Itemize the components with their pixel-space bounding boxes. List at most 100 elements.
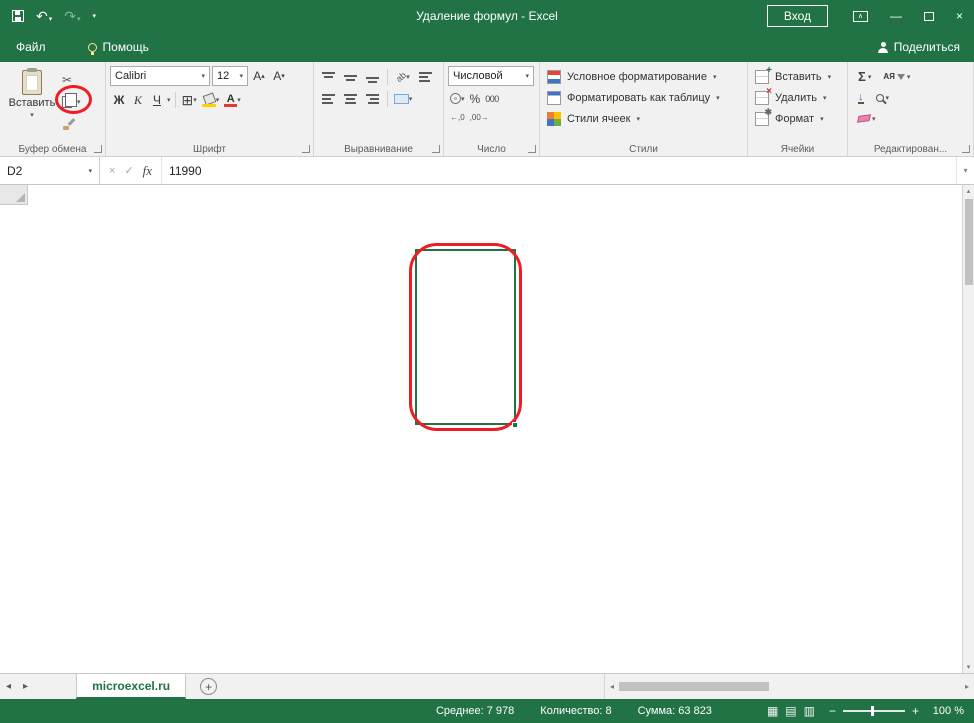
cut-button[interactable]: ✂ (60, 72, 83, 88)
wrap-text-button[interactable] (415, 67, 435, 87)
status-bar: Среднее: 7 978 Количество: 8 Сумма: 63 8… (0, 699, 974, 723)
cell-styles-label: Стили ячеек (567, 113, 630, 125)
insert-function-button[interactable]: fx (143, 163, 152, 179)
align-bottom-button[interactable] (362, 67, 382, 87)
undo-icon[interactable]: ↶▾ (36, 9, 52, 23)
formula-input[interactable]: 11990 (162, 157, 956, 184)
editing-dialog-launcher[interactable] (962, 145, 970, 153)
caret-down-icon: ▾ (525, 72, 529, 80)
sheet-tab[interactable]: microexcel.ru (76, 674, 186, 699)
align-top-button[interactable] (318, 67, 338, 87)
title-bar: ↶▾ ↷▾ ▾ Удаление формул - Excel Вход ∧ —… (0, 0, 974, 32)
view-shortcuts: ▦ ▤ ▥ (767, 704, 815, 718)
close-button[interactable]: × (945, 0, 974, 32)
share-button[interactable]: Поделиться (864, 32, 974, 62)
horizontal-scrollbar-thumb[interactable] (619, 682, 769, 691)
increase-decimal-button[interactable]: ←,0 (450, 113, 465, 122)
bold-button[interactable]: Ж (110, 90, 128, 110)
save-icon[interactable] (12, 10, 24, 22)
vertical-scrollbar-thumb[interactable] (965, 199, 973, 285)
format-as-table-button[interactable]: Форматировать как таблицу ▾ (544, 87, 743, 108)
select-all-button[interactable] (0, 185, 28, 205)
sheet-tab-label: microexcel.ru (92, 679, 170, 693)
copy-button[interactable]: ▾ (60, 94, 83, 110)
increase-font-button[interactable]: A▴ (250, 66, 268, 86)
conditional-formatting-button[interactable]: Условное форматирование ▾ (544, 66, 743, 87)
scroll-left-icon[interactable]: ◂ (605, 682, 619, 691)
horizontal-scrollbar[interactable]: ◂ ▸ (604, 674, 974, 699)
normal-view-icon[interactable]: ▦ (767, 704, 778, 718)
scroll-right-icon[interactable]: ▸ (960, 682, 974, 691)
sheet-nav-right-icon[interactable]: ▸ (17, 681, 34, 692)
copy-icon (62, 96, 72, 108)
decrease-decimal-button[interactable]: ,00→ (470, 113, 489, 122)
zoom-out-icon[interactable]: − (829, 704, 836, 718)
sheet-nav-left-icon[interactable]: ◂ (0, 681, 17, 692)
format-painter-button[interactable] (60, 116, 83, 132)
redo-icon[interactable]: ↷▾ (64, 9, 80, 23)
number-format-select[interactable]: Числовой▾ (448, 66, 534, 86)
maximize-button[interactable] (913, 0, 945, 32)
status-count[interactable]: Количество: 8 (540, 705, 611, 717)
number-dialog-launcher[interactable] (528, 145, 536, 153)
find-select-button[interactable]: ▾ (876, 94, 890, 102)
minimize-button[interactable]: — (879, 0, 913, 32)
clipboard-dialog-launcher[interactable] (94, 145, 102, 153)
font-dialog-launcher[interactable] (302, 145, 310, 153)
cell-styles-button[interactable]: Стили ячеек ▾ (544, 108, 743, 129)
new-sheet-button[interactable]: + (200, 678, 217, 695)
vertical-scrollbar[interactable]: ▴ ▾ (962, 185, 974, 673)
font-size-select[interactable]: 12▾ (212, 66, 248, 86)
orientation-button[interactable]: ab▾ (393, 67, 413, 87)
format-cells-button[interactable]: ✱ Формат ▾ (752, 108, 843, 129)
caret-down-icon: ▾ (239, 72, 243, 80)
percent-style-button[interactable]: % (470, 92, 481, 106)
customize-qat-icon[interactable]: ▾ (93, 13, 97, 20)
expand-formula-bar-icon[interactable]: ▾ (956, 157, 974, 184)
merge-center-button[interactable]: ▾ (393, 89, 413, 109)
clear-button[interactable]: ▾ (858, 115, 876, 123)
tab-file[interactable]: Файл (0, 32, 62, 62)
font-color-button[interactable]: А▾ (222, 90, 243, 110)
alignment-dialog-launcher[interactable] (432, 145, 440, 153)
tellme-tab[interactable]: Помощь (80, 32, 157, 62)
font-family-select[interactable]: Calibri▾ (110, 66, 210, 86)
insert-cells-button[interactable]: + Вставить ▾ (752, 66, 843, 87)
delete-cells-button[interactable]: × Удалить ▾ (752, 87, 843, 108)
accounting-format-button[interactable]: ▾ (450, 93, 465, 104)
scroll-down-icon[interactable]: ▾ (967, 661, 971, 673)
italic-button[interactable]: К (129, 90, 147, 110)
comma-style-button[interactable]: 000 (485, 94, 499, 104)
cancel-icon[interactable]: × (109, 165, 115, 177)
fill-color-button[interactable]: ▾ (200, 90, 222, 110)
scroll-up-icon[interactable]: ▴ (967, 185, 971, 197)
zoom-level[interactable]: 100 % (926, 705, 964, 717)
align-middle-button[interactable] (340, 67, 360, 87)
borders-button[interactable]: ⊞▾ (180, 90, 199, 110)
underline-button[interactable]: Ч (148, 90, 166, 110)
align-left-button[interactable] (318, 89, 338, 109)
paste-button[interactable]: Вставить ▾ (4, 66, 60, 141)
autosum-button[interactable]: Σ▾ (858, 69, 871, 84)
caret-down-icon: ▾ (237, 96, 241, 104)
page-layout-view-icon[interactable]: ▤ (785, 704, 796, 718)
decrease-font-button[interactable]: A▾ (270, 66, 288, 86)
sort-filter-button[interactable]: АЯ▾ (883, 72, 910, 81)
align-right-button[interactable] (362, 89, 382, 109)
enter-icon[interactable]: ✓ (124, 164, 133, 177)
zoom-in-icon[interactable]: + (912, 704, 919, 718)
font-color-icon: А (224, 94, 237, 107)
fill-handle[interactable] (512, 422, 518, 428)
status-sum[interactable]: Сумма: 63 823 (638, 705, 712, 717)
ribbon-display-options-icon[interactable]: ∧ (842, 0, 879, 32)
align-center-button[interactable] (340, 89, 360, 109)
page-break-view-icon[interactable]: ▥ (804, 704, 815, 718)
format-cells-icon: ✱ (755, 112, 769, 126)
status-average[interactable]: Среднее: 7 978 (436, 705, 514, 717)
zoom-slider-thumb[interactable] (871, 706, 874, 716)
name-box[interactable]: D2▾ (0, 157, 100, 184)
zoom-slider[interactable] (843, 710, 905, 712)
sign-in-button[interactable]: Вход (767, 5, 828, 27)
insert-cells-icon: + (755, 70, 769, 84)
fill-button[interactable]: ↓ (858, 92, 864, 104)
